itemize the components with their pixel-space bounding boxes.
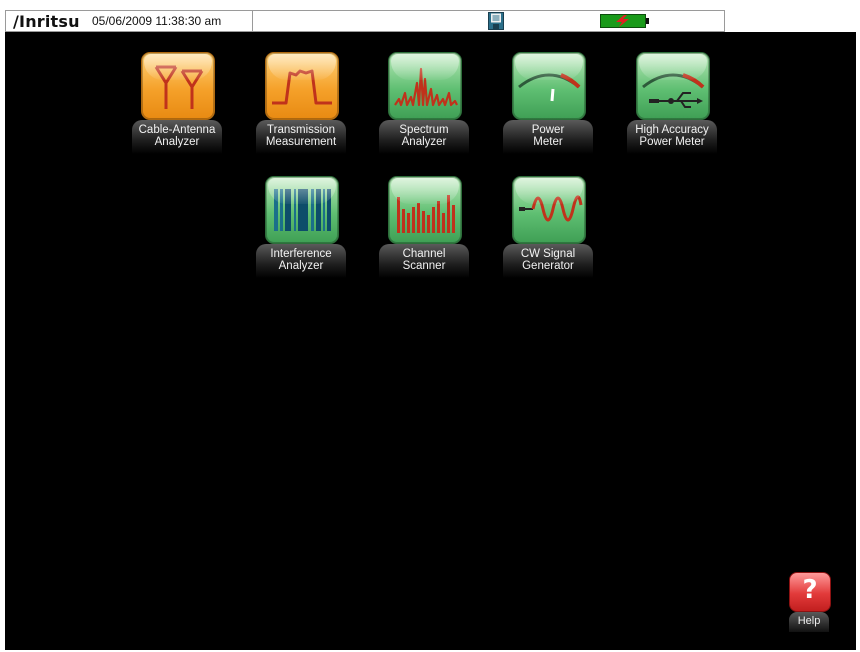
battery-charging-icon bbox=[600, 14, 652, 33]
app-label: Channel Scanner bbox=[379, 244, 469, 278]
sine-wave-icon bbox=[512, 176, 586, 244]
divider bbox=[252, 11, 253, 31]
app-cable-antenna-analyzer[interactable]: Cable-Antenna Analyzer bbox=[122, 32, 232, 154]
app-transmission-measurement[interactable]: Transmission Measurement bbox=[246, 32, 356, 154]
app-label: Spectrum Analyzer bbox=[379, 120, 469, 154]
bars-icon bbox=[388, 176, 462, 244]
app-spectrum-analyzer[interactable]: Spectrum Analyzer bbox=[369, 32, 479, 154]
app-label: Cable-Antenna Analyzer bbox=[132, 120, 222, 154]
antenna-icon bbox=[141, 52, 215, 120]
date-time-display: 05/06/2009 11:38:30 am bbox=[92, 14, 222, 28]
help-label: Help bbox=[789, 612, 829, 632]
app-high-accuracy-power-meter[interactable]: High Accuracy Power Meter bbox=[617, 32, 727, 154]
app-label: Interference Analyzer bbox=[256, 244, 346, 278]
gauge-icon bbox=[512, 52, 586, 120]
help-button[interactable]: ? Help bbox=[789, 572, 851, 642]
floppy-disk-icon[interactable] bbox=[488, 12, 504, 30]
divider bbox=[724, 11, 725, 31]
app-power-meter[interactable]: Power Meter bbox=[493, 32, 603, 154]
usb-gauge-icon bbox=[636, 52, 710, 120]
pulse-icon bbox=[265, 52, 339, 120]
spectrum-icon bbox=[388, 52, 462, 120]
app-label: Transmission Measurement bbox=[256, 120, 346, 154]
app-interference-analyzer[interactable]: Interference Analyzer bbox=[246, 156, 356, 278]
barcode-icon bbox=[265, 176, 339, 244]
app-channel-scanner[interactable]: Channel Scanner bbox=[369, 156, 479, 278]
app-label: CW Signal Generator bbox=[503, 244, 593, 278]
app-label: High Accuracy Power Meter bbox=[627, 120, 717, 154]
help-icon: ? bbox=[789, 572, 831, 612]
status-bar: /Inritsu 05/06/2009 11:38:30 am bbox=[5, 10, 725, 32]
app-label: Power Meter bbox=[503, 120, 593, 154]
app-launcher-screen: Cable-Antenna Analyzer Transmission Measur… bbox=[5, 32, 856, 650]
app-cw-signal-generator[interactable]: CW Signal Generator bbox=[493, 156, 603, 278]
anritsu-logo: /Inritsu bbox=[13, 11, 80, 31]
